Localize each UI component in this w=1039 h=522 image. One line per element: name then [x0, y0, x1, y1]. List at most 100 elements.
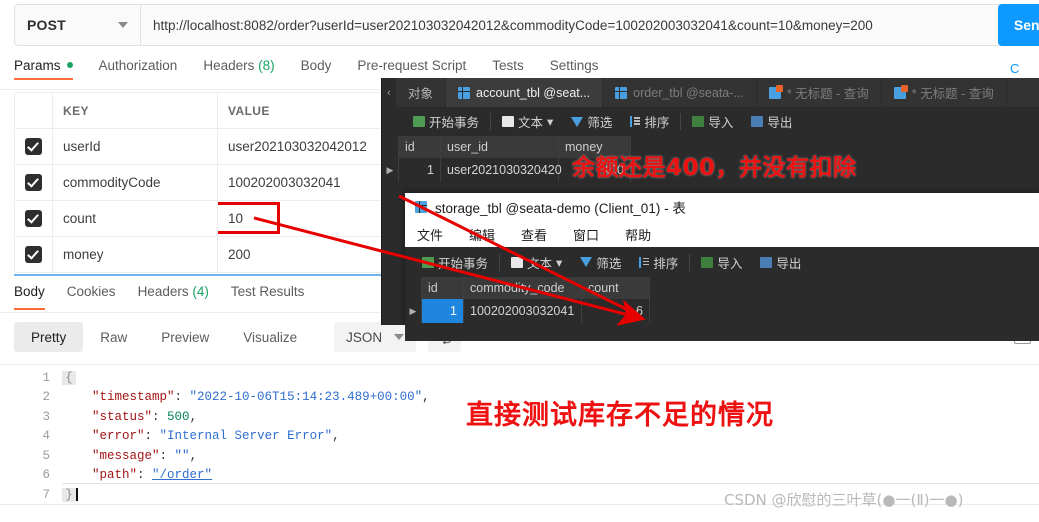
cell-count[interactable]: 6 [582, 299, 650, 323]
line-number: 3 [42, 409, 50, 424]
body-format-bar: Pretty Raw Preview Visualize JSON [14, 322, 462, 352]
sort-button[interactable]: 排序 [621, 112, 678, 131]
filter-button[interactable]: 筛选 [571, 253, 630, 272]
param-key-userid[interactable]: userId [52, 128, 218, 165]
res-tab-body[interactable]: Body [14, 284, 45, 310]
sort-button[interactable]: 排序 [630, 253, 687, 272]
watermark: CSDN @欣慰的三叶草(●一(Ⅱ)一●) [724, 491, 964, 509]
text-button[interactable]: 文本 ▾ [493, 112, 562, 131]
http-method-select[interactable]: POST [14, 4, 141, 46]
cell-id[interactable]: 1 [422, 299, 464, 323]
tab-pre-request-script[interactable]: Pre-request Script [357, 58, 466, 80]
menu-window[interactable]: 窗口 [573, 225, 599, 244]
storage-window-titlebar: storage_tbl @seata-demo (Client_01) - 表 [405, 193, 1039, 221]
col-header-id[interactable]: id [399, 136, 441, 158]
cell-id[interactable]: 1 [399, 158, 441, 182]
cookies-link[interactable]: C [1010, 61, 1019, 76]
menu-edit[interactable]: 编辑 [469, 225, 495, 244]
col-header-count[interactable]: count [582, 277, 650, 299]
line-number: 7 [42, 487, 50, 502]
line-number: 6 [42, 468, 50, 483]
filter-button[interactable]: 筛选 [562, 112, 621, 131]
param-checkbox-money[interactable] [14, 236, 53, 273]
res-tab-headers[interactable]: Headers (4) [138, 284, 209, 310]
json-key: "error" [92, 429, 145, 444]
filter-button-label: 筛选 [596, 256, 622, 271]
params-header-key: KEY [52, 92, 218, 129]
response-format-select[interactable]: JSON [334, 322, 417, 352]
checkbox-checked-icon [25, 210, 42, 227]
navicat-tab-objects[interactable]: 对象 [396, 78, 447, 107]
toolbar-separator [490, 113, 492, 130]
storage-window-title: storage_tbl @seata-demo (Client_01) - 表 [435, 201, 686, 216]
col-header-id[interactable]: id [422, 277, 464, 299]
tab-body[interactable]: Body [301, 58, 332, 80]
navicat-tab-objects-label: 对象 [408, 87, 434, 101]
begin-transaction-button[interactable]: 开始事务 [413, 253, 497, 272]
current-row-arrow-icon: ▶ [405, 299, 422, 323]
param-key-commoditycode[interactable]: commodityCode [52, 164, 218, 201]
export-icon [751, 116, 764, 127]
tab-headers-count: (8) [258, 58, 275, 73]
format-tab-pretty[interactable]: Pretty [14, 322, 84, 352]
query-icon [893, 84, 908, 99]
row-marker-spacer [382, 136, 399, 158]
menu-file[interactable]: 文件 [417, 225, 443, 244]
begin-transaction-button[interactable]: 开始事务 [404, 112, 488, 131]
format-tab-preview[interactable]: Preview [144, 322, 226, 352]
export-button[interactable]: 导出 [751, 253, 810, 272]
storage-grid-header: id commodity_code count [405, 277, 1039, 299]
menu-view[interactable]: 查看 [521, 225, 547, 244]
tab-tests-label: Tests [492, 58, 524, 73]
checkbox-checked-icon [25, 246, 42, 263]
sort-button-label: 排序 [644, 116, 670, 130]
tab-settings[interactable]: Settings [550, 58, 599, 80]
navicat-tab-account-tbl[interactable]: account_tbl @seat... [446, 78, 604, 107]
navicat-tab-order-tbl[interactable]: order_tbl @seata-... [603, 78, 757, 107]
fold-marker[interactable]: { [62, 370, 76, 385]
import-button[interactable]: 导入 [692, 253, 751, 272]
tab-params[interactable]: Params [14, 58, 73, 80]
tab-scroll-left-icon[interactable]: ‹ [382, 78, 396, 107]
caret-down-icon: ▾ [556, 255, 563, 270]
import-button[interactable]: 导入 [683, 112, 742, 131]
url-input[interactable]: http://localhost:8082/order?userId=user2… [141, 4, 1026, 46]
param-key-count[interactable]: count [52, 200, 218, 237]
navicat-tab-query-1[interactable]: * 无标题 - 查询 [757, 78, 882, 107]
text-button[interactable]: 文本 ▾ [502, 253, 571, 272]
line-number: 5 [42, 448, 50, 463]
table-row[interactable]: ▶ 1 100202003032041 6 [405, 299, 1039, 323]
param-key-money[interactable]: money [52, 236, 218, 273]
col-header-commodity-code[interactable]: commodity_code [464, 277, 582, 299]
tab-headers[interactable]: Headers (8) [203, 58, 274, 80]
param-checkbox-userid[interactable] [14, 128, 53, 165]
cell-commodity-code[interactable]: 100202003032041 [464, 299, 582, 323]
sort-icon [630, 116, 641, 127]
param-checkbox-count[interactable] [14, 200, 53, 237]
checkbox-checked-icon [25, 174, 42, 191]
res-tab-cookies-label: Cookies [66, 284, 116, 299]
fold-marker[interactable]: } [62, 487, 76, 502]
cell-user-id[interactable]: user2021030320420 [441, 158, 562, 182]
navicat-tab-query-2[interactable]: * 无标题 - 查询 [882, 78, 1007, 107]
res-tab-test-results-label: Test Results [230, 284, 305, 299]
tab-pre-request-script-label: Pre-request Script [357, 58, 467, 73]
text-caret [76, 488, 78, 502]
col-header-user-id[interactable]: user_id [441, 136, 559, 158]
send-button[interactable]: Send [998, 4, 1039, 46]
json-value-link[interactable]: "/order" [152, 468, 212, 482]
tab-tests[interactable]: Tests [492, 58, 524, 80]
format-tab-visualize[interactable]: Visualize [226, 322, 314, 352]
transaction-icon [422, 256, 434, 268]
res-tab-cookies[interactable]: Cookies [67, 284, 116, 310]
import-button-label: 导入 [717, 256, 743, 271]
res-tab-test-results[interactable]: Test Results [231, 284, 305, 310]
filter-button-label: 筛选 [587, 116, 613, 130]
export-icon [760, 256, 773, 268]
current-row-arrow-icon: ▶ [382, 158, 399, 182]
export-button[interactable]: 导出 [742, 112, 801, 131]
format-tab-raw[interactable]: Raw [83, 322, 144, 352]
param-checkbox-commoditycode[interactable] [14, 164, 53, 201]
tab-authorization[interactable]: Authorization [99, 58, 178, 80]
menu-help[interactable]: 帮助 [625, 225, 651, 244]
